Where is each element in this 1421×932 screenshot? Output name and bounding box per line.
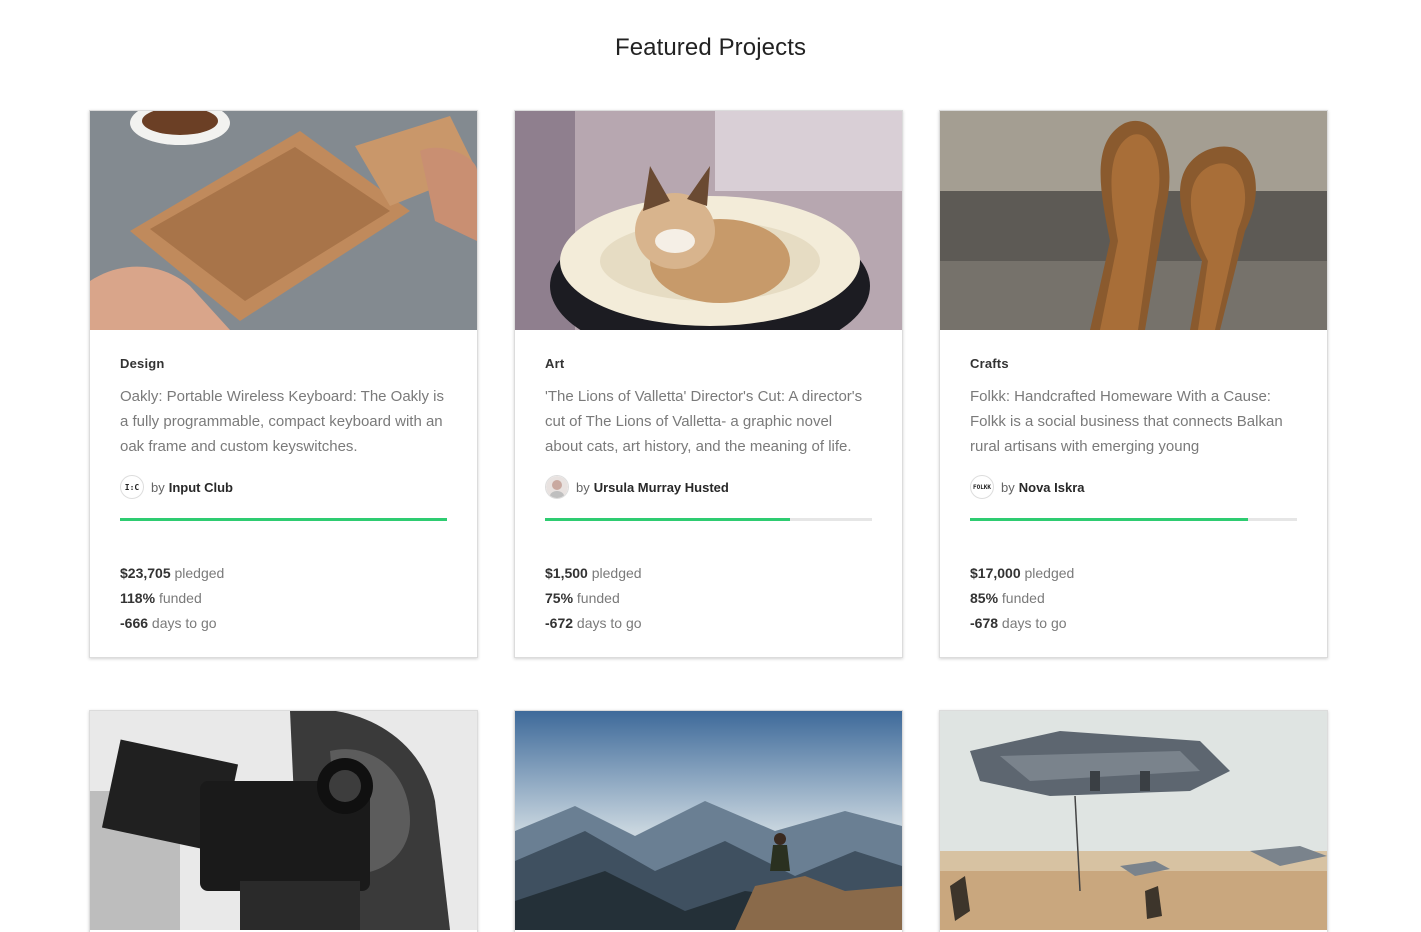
creator-avatar[interactable]: I:C	[120, 475, 144, 499]
funded-label: funded	[576, 590, 620, 606]
project-category[interactable]: Design	[120, 356, 447, 371]
creator-avatar[interactable]	[545, 475, 569, 499]
funding-progress-bar	[970, 518, 1297, 521]
funding-progress-fill	[545, 518, 791, 521]
days-to-go: -666	[120, 615, 149, 631]
days-label: days to go	[151, 615, 217, 631]
funded-label: funded	[158, 590, 202, 606]
project-card[interactable]	[939, 710, 1328, 932]
avatar-logo: FOLKK	[972, 483, 992, 491]
funded-stat: 118% funded	[120, 586, 447, 611]
project-image[interactable]	[90, 111, 477, 330]
by-label: by	[1001, 479, 1015, 495]
project-stats: $23,705 pledged 118% funded -666 days to…	[120, 561, 447, 636]
funding-progress-fill	[120, 518, 447, 521]
funding-progress-fill	[970, 518, 1248, 521]
project-category[interactable]: Art	[545, 356, 872, 371]
project-card[interactable]: Art 'The Lions of Valletta' Director's C…	[514, 110, 903, 658]
creator-avatar[interactable]: FOLKK	[970, 475, 994, 499]
pledged-stat: $23,705 pledged	[120, 561, 447, 586]
project-blurb[interactable]: Oakly: Portable Wireless Keyboard: The O…	[120, 384, 447, 459]
days-label: days to go	[576, 615, 642, 631]
funding-progress-bar	[545, 518, 872, 521]
funded-percent: 85%	[970, 590, 999, 606]
days-to-go: -678	[970, 615, 999, 631]
funded-stat: 75% funded	[545, 586, 872, 611]
pledged-label: pledged	[174, 565, 225, 581]
funding-progress-bar	[120, 518, 447, 521]
funded-percent: 118%	[120, 590, 156, 606]
creator-name-link[interactable]: Input Club	[169, 480, 233, 495]
funded-label: funded	[1001, 590, 1045, 606]
days-to-go: -672	[545, 615, 574, 631]
project-image[interactable]	[940, 111, 1327, 330]
project-image[interactable]	[940, 711, 1327, 930]
pledged-label: pledged	[1024, 565, 1075, 581]
creator-row: by Ursula Murray Husted	[545, 475, 872, 499]
funded-percent: 75%	[545, 590, 574, 606]
creator-row: I:C by Input Club	[120, 475, 447, 499]
days-stat: -672 days to go	[545, 611, 872, 636]
project-blurb[interactable]: 'The Lions of Valletta' Director's Cut: …	[545, 384, 872, 459]
pledged-label: pledged	[591, 565, 642, 581]
funded-stat: 85% funded	[970, 586, 1297, 611]
project-stats: $1,500 pledged 75% funded -672 days to g…	[545, 561, 872, 636]
project-image[interactable]	[515, 111, 902, 330]
days-label: days to go	[1001, 615, 1067, 631]
pledged-amount: $1,500	[545, 565, 588, 581]
creator-row: FOLKK by Nova Iskra	[970, 475, 1297, 499]
pledged-amount: $23,705	[120, 565, 171, 581]
project-blurb[interactable]: Folkk: Handcrafted Homeware With a Cause…	[970, 384, 1297, 459]
project-image[interactable]	[515, 711, 902, 930]
project-card[interactable]	[89, 710, 478, 932]
project-category[interactable]: Crafts	[970, 356, 1297, 371]
days-stat: -666 days to go	[120, 611, 447, 636]
pledged-amount: $17,000	[970, 565, 1021, 581]
page-title: Featured Projects	[614, 34, 807, 61]
avatar-portrait-icon	[546, 476, 568, 498]
creator-name-link[interactable]: Nova Iskra	[1019, 480, 1085, 495]
creator-name-link[interactable]: Ursula Murray Husted	[594, 480, 729, 495]
project-card[interactable]: Crafts Folkk: Handcrafted Homeware With …	[939, 110, 1328, 658]
project-card[interactable]: Design Oakly: Portable Wireless Keyboard…	[89, 110, 478, 658]
project-image[interactable]	[90, 711, 477, 930]
by-label: by	[576, 479, 590, 495]
pledged-stat: $1,500 pledged	[545, 561, 872, 586]
avatar-logo: I:C	[124, 482, 140, 492]
project-stats: $17,000 pledged 85% funded -678 days to …	[970, 561, 1297, 636]
by-label: by	[151, 479, 165, 495]
pledged-stat: $17,000 pledged	[970, 561, 1297, 586]
project-card[interactable]	[514, 710, 903, 932]
days-stat: -678 days to go	[970, 611, 1297, 636]
